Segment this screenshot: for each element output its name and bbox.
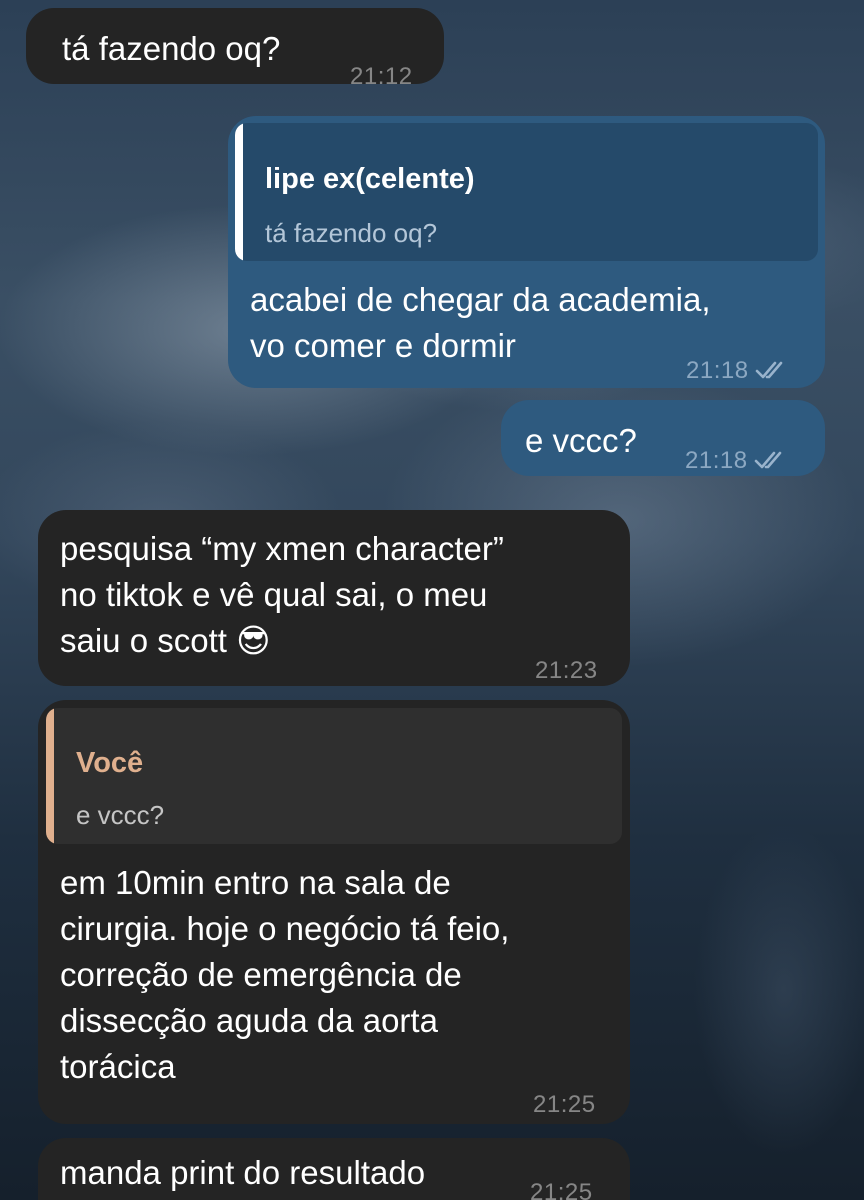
- message-text: acabei de chegar da academia, vo comer e…: [250, 281, 711, 364]
- reply-quote[interactable]: lipe ex(celente) tá fazendo oq?: [235, 123, 818, 261]
- reply-quote[interactable]: Você e vccc?: [46, 708, 622, 844]
- message-text: manda print do resultado: [60, 1154, 426, 1191]
- message-bubble-outgoing[interactable]: e vccc? 21:18: [501, 400, 825, 476]
- message-text: e vccc?: [525, 422, 637, 459]
- message-bubble-outgoing[interactable]: lipe ex(celente) tá fazendo oq? acabei d…: [228, 116, 825, 388]
- message-time: 21:18: [686, 357, 749, 384]
- message-text: em 10min entro na sala de cirurgia. hoje…: [60, 864, 510, 1085]
- reply-quote-bar: [46, 708, 54, 844]
- message-time: 21:12: [350, 63, 413, 90]
- message-time: 21:25: [530, 1179, 593, 1200]
- wallpaper-figure: [644, 760, 864, 1200]
- reply-text: tá fazendo oq?: [265, 218, 438, 248]
- message-time: 21:25: [533, 1091, 596, 1118]
- sunglasses-emoji: 😎: [236, 621, 271, 660]
- message-text: tá fazendo oq?: [62, 30, 281, 67]
- message-bubble-incoming[interactable]: tá fazendo oq? 21:12: [26, 8, 444, 90]
- message-time: 21:18: [685, 447, 748, 474]
- reply-sender-name: lipe ex(celente): [265, 163, 475, 195]
- message-bubble-incoming[interactable]: Você e vccc? em 10min entro na sala de c…: [38, 700, 630, 1124]
- message-bubble-incoming[interactable]: pesquisa “my xmen character” no tiktok e…: [38, 510, 630, 686]
- reply-text: e vccc?: [76, 800, 165, 830]
- reply-sender-name: Você: [76, 747, 144, 779]
- message-bubble-incoming[interactable]: manda print do resultado 21:25: [38, 1138, 630, 1200]
- message-meta: 21:18: [686, 348, 789, 397]
- message-text-body: pesquisa “my xmen character” no tiktok e…: [60, 530, 504, 659]
- reply-quote-bar: [235, 123, 243, 261]
- message-meta: 21:18: [685, 438, 788, 487]
- message-text: pesquisa “my xmen character” no tiktok e…: [60, 526, 504, 664]
- double-check-icon: [754, 441, 788, 487]
- double-check-icon: [755, 351, 789, 397]
- message-time: 21:23: [535, 657, 598, 684]
